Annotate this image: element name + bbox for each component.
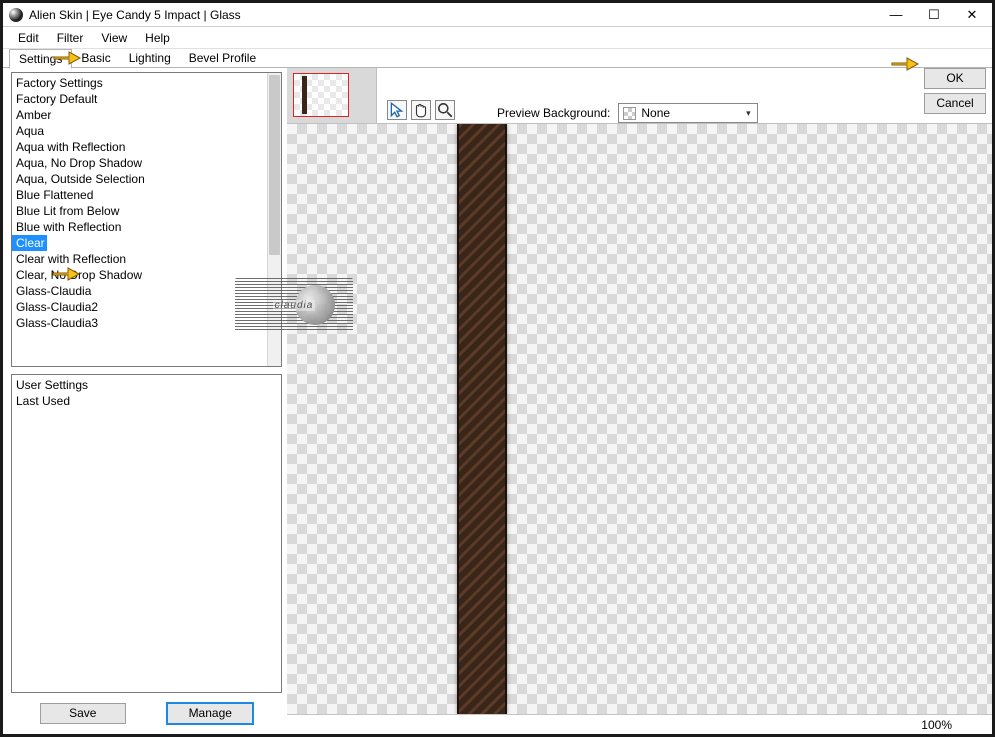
list-item[interactable]: Blue with Reflection — [12, 219, 267, 235]
list-item[interactable]: Clear with Reflection — [12, 251, 267, 267]
menu-edit[interactable]: Edit — [9, 29, 48, 47]
tab-bar: Settings Basic Lighting Bevel Profile — [3, 48, 992, 68]
pointer-tool-icon[interactable] — [387, 100, 407, 120]
settings-panel: Factory Settings Factory DefaultAmberAqu… — [3, 68, 287, 734]
factory-settings-header: Factory Settings — [12, 75, 267, 91]
thumbnail-strip — [287, 68, 377, 123]
list-item[interactable]: Clear — [12, 235, 47, 251]
status-bar: 100% — [287, 714, 992, 734]
cancel-button[interactable]: Cancel — [924, 93, 986, 114]
zoom-level: 100% — [921, 718, 952, 732]
ok-button[interactable]: OK — [924, 68, 986, 89]
list-item[interactable]: Last Used — [12, 393, 281, 409]
hand-tool-icon[interactable] — [411, 100, 431, 120]
tab-basic[interactable]: Basic — [72, 49, 119, 67]
menu-view[interactable]: View — [92, 29, 136, 47]
window-controls: — ☐ ✕ — [877, 4, 991, 26]
thumbnail[interactable] — [293, 73, 349, 117]
list-item[interactable]: Aqua, Outside Selection — [12, 171, 267, 187]
window-title: Alien Skin | Eye Candy 5 Impact | Glass — [29, 8, 877, 22]
maximize-button[interactable]: ☐ — [915, 4, 953, 26]
menu-bar: Edit Filter View Help — [3, 27, 992, 48]
manage-button[interactable]: Manage — [167, 703, 253, 724]
chevron-down-icon: ▾ — [741, 106, 755, 120]
tab-lighting[interactable]: Lighting — [120, 49, 180, 67]
bottom-buttons: Save Manage — [11, 701, 282, 730]
list-item[interactable]: Blue Lit from Below — [12, 203, 267, 219]
minimize-button[interactable]: — — [877, 4, 915, 26]
preview-canvas[interactable] — [287, 123, 992, 714]
user-settings-header: User Settings — [12, 377, 281, 393]
user-settings-list[interactable]: User Settings Last Used — [11, 374, 282, 693]
close-button[interactable]: ✕ — [953, 4, 991, 26]
tab-bevel-profile[interactable]: Bevel Profile — [180, 49, 265, 67]
scroll-thumb[interactable] — [269, 75, 280, 255]
list-item[interactable]: Blue Flattened — [12, 187, 267, 203]
list-item[interactable]: Glass-Claudia2 — [12, 299, 267, 315]
list-item[interactable]: Clear, No Drop Shadow — [12, 267, 267, 283]
list-item[interactable]: Glass-Claudia — [12, 283, 267, 299]
app-icon — [9, 8, 23, 22]
list-item[interactable]: Aqua, No Drop Shadow — [12, 155, 267, 171]
list-item[interactable]: Glass-Claudia3 — [12, 315, 267, 331]
preview-toolbar: Preview Background: None ▾ OK Cancel — [287, 68, 992, 123]
preview-bg-select[interactable]: None ▾ — [618, 103, 758, 123]
preview-panel: Preview Background: None ▾ OK Cancel 100… — [287, 68, 992, 734]
list-item[interactable]: Aqua — [12, 123, 267, 139]
list-item[interactable]: Amber — [12, 107, 267, 123]
preview-bg-label: Preview Background: — [497, 106, 610, 120]
zoom-tool-icon[interactable] — [435, 100, 455, 120]
menu-filter[interactable]: Filter — [48, 29, 93, 47]
preview-content — [457, 124, 507, 714]
preview-bg-value: None — [641, 106, 670, 120]
tab-settings[interactable]: Settings — [9, 49, 72, 69]
list-item[interactable]: Aqua with Reflection — [12, 139, 267, 155]
list-item[interactable]: Factory Default — [12, 91, 267, 107]
save-button[interactable]: Save — [40, 703, 126, 724]
scrollbar[interactable] — [267, 73, 281, 366]
title-bar: Alien Skin | Eye Candy 5 Impact | Glass … — [3, 3, 992, 27]
transparency-swatch-icon — [623, 107, 636, 120]
factory-settings-list[interactable]: Factory Settings Factory DefaultAmberAqu… — [11, 72, 282, 367]
menu-help[interactable]: Help — [136, 29, 179, 47]
